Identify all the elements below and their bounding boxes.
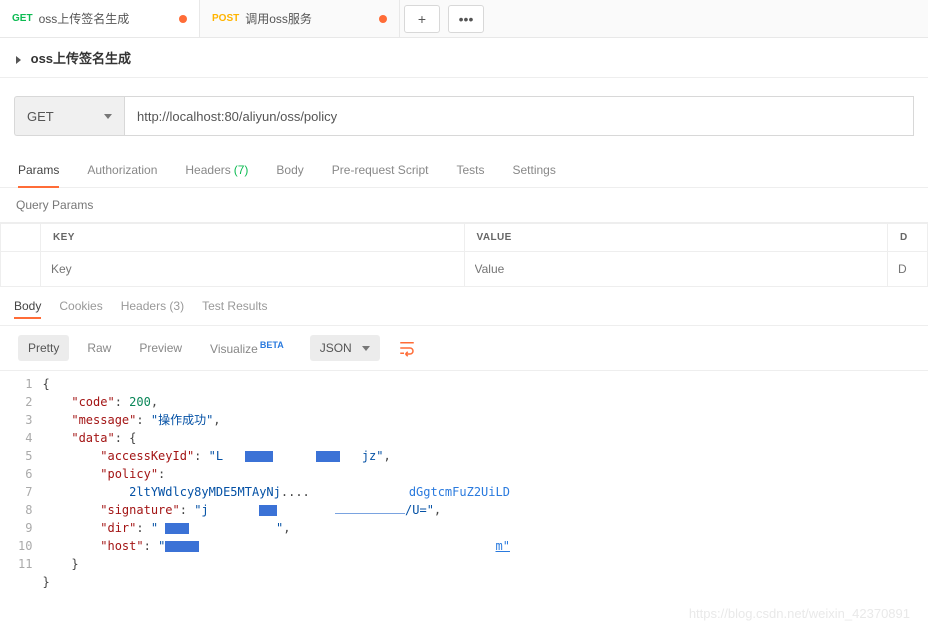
view-visualize-button[interactable]: VisualizeBETA (200, 334, 294, 362)
line-number: 9 (18, 519, 32, 537)
line-number: 6 (18, 465, 32, 483)
tab-invoke-oss[interactable]: POST 调用oss服务 (200, 0, 400, 37)
subtab-params[interactable]: Params (18, 152, 59, 187)
tab-overflow-button[interactable]: ••• (448, 5, 484, 33)
view-visualize-label: Visualize (210, 342, 258, 356)
subtab-label: Pre-request Script (332, 163, 429, 177)
subtab-label: Settings (513, 163, 556, 177)
desc-header: D (888, 224, 928, 252)
breadcrumb-title: oss上传签名生成 (31, 51, 131, 66)
new-tab-button[interactable]: + (404, 5, 440, 33)
count-badge: (3) (169, 299, 184, 313)
subtab-body[interactable]: Body (276, 152, 303, 187)
view-pretty-button[interactable]: Pretty (18, 335, 69, 361)
subtab-settings[interactable]: Settings (513, 152, 556, 187)
view-preview-button[interactable]: Preview (129, 335, 192, 361)
key-input[interactable] (51, 258, 454, 280)
query-params-table: KEY VALUE D (0, 223, 928, 287)
response-body[interactable]: 1 2 3 4 5 6 7 8 9 10 11 { "code": 200, "… (0, 371, 928, 591)
response-toolbar: Pretty Raw Preview VisualizeBETA JSON (0, 325, 928, 371)
unsaved-dot-icon (179, 15, 187, 23)
url-row: GET (0, 78, 928, 152)
subtab-label: Params (18, 163, 59, 177)
code-content: { "code": 200, "message": "操作成功", "data"… (42, 375, 510, 591)
checkbox-header (1, 224, 41, 252)
line-number: 5 (18, 447, 32, 465)
count-badge: (7) (234, 163, 249, 177)
line-gutter: 1 2 3 4 5 6 7 8 9 10 11 (0, 375, 42, 591)
subtab-headers[interactable]: Headers (7) (185, 152, 248, 187)
method-badge-get: GET (12, 13, 33, 24)
format-dropdown[interactable]: JSON (310, 335, 380, 361)
method-badge-post: POST (212, 13, 239, 24)
resp-tab-headers[interactable]: Headers (3) (121, 299, 184, 319)
chevron-right-icon (16, 56, 21, 64)
table-row (1, 252, 928, 287)
request-tabs-bar: GET oss上传签名生成 POST 调用oss服务 + ••• (0, 0, 928, 38)
resp-tab-label: Body (14, 299, 41, 313)
line-number: 2 (18, 393, 32, 411)
line-number: 3 (18, 411, 32, 429)
subtab-label: Authorization (87, 163, 157, 177)
chevron-down-icon (104, 114, 112, 119)
subtab-prerequest[interactable]: Pre-request Script (332, 152, 429, 187)
line-number: 7 (18, 483, 32, 501)
resp-tab-label: Headers (121, 299, 166, 313)
watermark: https://blog.csdn.net/weixin_42370891 (689, 606, 910, 621)
http-method-label: GET (27, 109, 54, 124)
breadcrumb[interactable]: oss上传签名生成 (0, 38, 928, 78)
resp-tab-body[interactable]: Body (14, 299, 41, 319)
query-params-title: Query Params (0, 188, 928, 223)
line-number: 1 (18, 375, 32, 393)
tab-oss-signature[interactable]: GET oss上传签名生成 (0, 0, 200, 37)
resp-tab-test-results[interactable]: Test Results (202, 299, 267, 319)
line-number: 4 (18, 429, 32, 447)
response-tabs: Body Cookies Headers (3) Test Results (0, 287, 928, 325)
resp-tab-label: Cookies (59, 299, 102, 313)
wrap-icon (398, 339, 416, 357)
view-raw-button[interactable]: Raw (77, 335, 121, 361)
key-header: KEY (41, 224, 465, 252)
subtab-tests[interactable]: Tests (456, 152, 484, 187)
desc-input[interactable] (898, 258, 917, 280)
resp-tab-label: Test Results (202, 299, 267, 313)
unsaved-dot-icon (379, 15, 387, 23)
beta-badge: BETA (260, 340, 284, 350)
value-header: VALUE (464, 224, 888, 252)
line-number: 8 (18, 501, 32, 519)
wrap-lines-button[interactable] (398, 339, 416, 357)
tab-title: 调用oss服务 (245, 10, 312, 27)
url-input[interactable] (124, 96, 914, 136)
tab-title: oss上传签名生成 (39, 10, 130, 27)
http-method-dropdown[interactable]: GET (14, 96, 124, 136)
subtab-label: Tests (456, 163, 484, 177)
resp-tab-cookies[interactable]: Cookies (59, 299, 102, 319)
subtab-authorization[interactable]: Authorization (87, 152, 157, 187)
subtab-label: Headers (185, 163, 230, 177)
line-number: 11 (18, 555, 32, 573)
chevron-down-icon (362, 346, 370, 351)
format-label: JSON (320, 341, 352, 355)
line-number: 10 (18, 537, 32, 555)
subtab-label: Body (276, 163, 303, 177)
value-input[interactable] (475, 258, 878, 280)
request-subtabs: Params Authorization Headers (7) Body Pre… (0, 152, 928, 188)
